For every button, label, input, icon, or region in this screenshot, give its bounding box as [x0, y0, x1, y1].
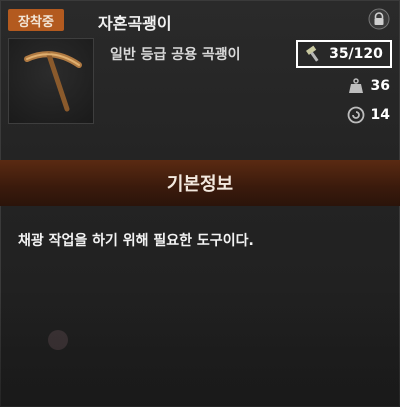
item-grade-text: 일반 등급 공용 곡괭이 [110, 47, 241, 63]
durability-stat: 35/120 [296, 40, 392, 68]
item-tooltip-panel: 장착중 자혼곡괭이 일반 등급 공용 곡괭이 35/120 36 14 기본정보… [0, 0, 400, 407]
weight-stat: 36 [347, 75, 390, 97]
durability-value: 35/120 [329, 46, 383, 62]
weight-value: 36 [370, 78, 390, 94]
level-icon [347, 106, 365, 124]
equipped-badge: 장착중 [8, 9, 64, 31]
faint-flower-icon [48, 330, 68, 350]
item-thumbnail [8, 38, 94, 124]
section-title-bar: 기본정보 [0, 160, 400, 206]
section-title: 기본정보 [166, 174, 234, 195]
lock-icon[interactable] [368, 8, 390, 30]
weight-icon [347, 77, 365, 95]
item-description: 채광 작업을 하기 위해 필요한 도구이다. [18, 233, 254, 249]
pickaxe-icon [24, 51, 82, 112]
level-stat: 14 [347, 104, 390, 126]
level-value: 14 [370, 107, 390, 123]
item-name: 자혼곡괭이 [98, 14, 172, 33]
hammer-icon [305, 45, 323, 63]
